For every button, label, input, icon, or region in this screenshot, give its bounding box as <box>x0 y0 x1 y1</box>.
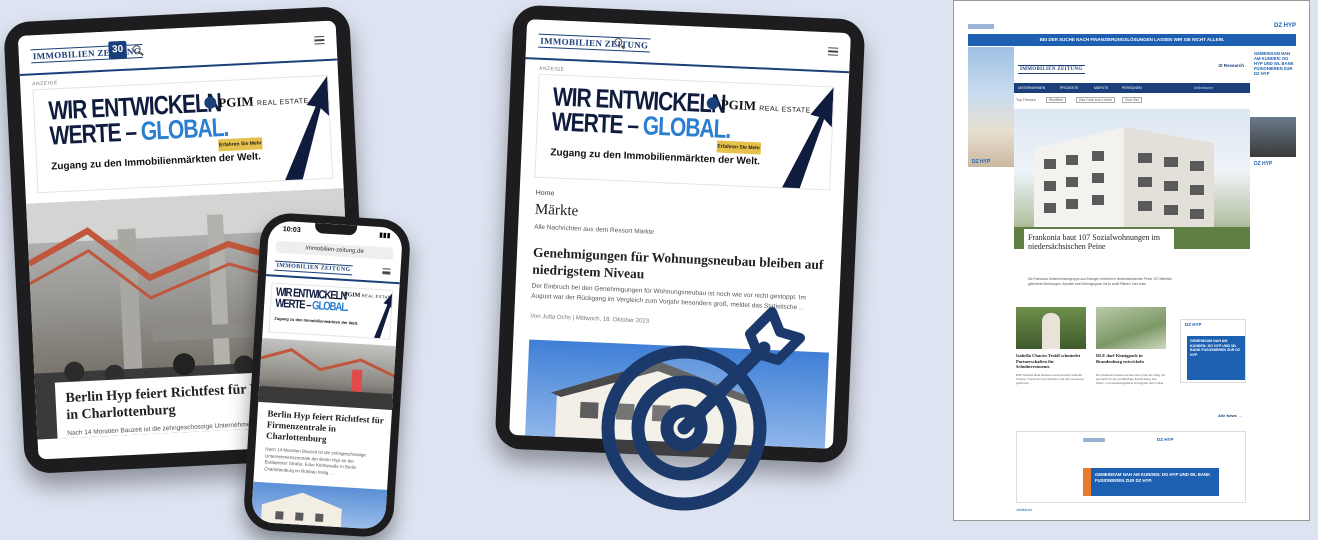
top-banner-ad[interactable]: BEI DER SUCHE NACH FINANZIERUNGSLÖSUNGEN… <box>968 34 1296 46</box>
ad-label: ANZEIGE <box>32 80 58 88</box>
ad-subline: Zugang zu den Immobilienmärkten der Welt… <box>51 151 262 173</box>
anniversary-badge: 30 <box>108 40 128 60</box>
site-logo[interactable]: IMMOBILIEN ZEITUNG <box>1018 65 1085 74</box>
nav-item-personen[interactable]: PERSONEN <box>1122 86 1142 90</box>
search-icon[interactable] <box>614 37 623 47</box>
jubilaeum-label: Jubiläum <box>1016 507 1033 512</box>
search-input[interactable]: Artikelsuche <box>1194 86 1213 90</box>
arrow-graphic <box>781 87 834 191</box>
card1-photo <box>1016 307 1086 349</box>
bottom-ad[interactable]: DZ HYP GEMEINSAM NAH AM KUNDEN: DG HYP U… <box>1016 431 1246 503</box>
ad-headline: WIR ENTWICKELN WERTE – GLOBAL. <box>47 88 229 151</box>
bottom-ad-accent <box>1083 468 1091 496</box>
sidebar-ad[interactable]: DZ HYP GEMEINSAM NAH AM KUNDEN: DG HYP U… <box>1180 319 1246 383</box>
banner-text: BEI DER SUCHE NACH FINANZIERUNGSLÖSUNGEN… <box>1039 37 1225 42</box>
target-icon <box>601 307 805 511</box>
ad-subline: Zugang zu den Immobilienmärkten der Welt… <box>274 315 359 326</box>
card1-headline[interactable]: Isabella Chacón Troidl schmiedet Partner… <box>1016 353 1088 370</box>
sidebar-ad-text: GEMEINSAM NAH AM KUNDEN: DG HYP UND WL B… <box>1187 336 1245 380</box>
dzhyp-logo: DZ HYP <box>1254 161 1273 167</box>
ad-headline: WIR ENTWICKELN WERTE – GLOBAL. <box>274 285 349 315</box>
nav-item-projekte[interactable]: PROJEKTE <box>1060 86 1078 90</box>
desktop-nav: UNTERNEHMEN PROJEKTE MÄRKTE PERSONEN Art… <box>1014 83 1250 93</box>
site-header: IMMOBILIEN ZEITUNG <box>525 19 851 74</box>
pgim-ad-banner[interactable]: WIR ENTWICKELN WERTE – GLOBAL. Zugang zu… <box>32 74 334 194</box>
hero-teaser: Die Frankonia Unternehmensgruppe aus Erl… <box>1028 277 1172 286</box>
person-silhouette <box>1042 313 1060 349</box>
small-logo <box>968 24 994 29</box>
skyscraper-text: GEMEINSAM NAH AM KUNDEN: DG HYP UND WL B… <box>1254 51 1294 76</box>
article-teaser: Nach 14 Monaten Bauzeit ist die zehngesc… <box>264 446 367 476</box>
pgim-ad-banner[interactable]: WIR ENTWICKELN WERTE – GLOBAL. Zugang zu… <box>268 282 394 340</box>
desktop-screenshot: DZ HYP BEI DER SUCHE NACH FINANZIERUNGSL… <box>953 0 1310 521</box>
hero-headline[interactable]: Frankonia baut 107 Sozialwohnungen im ni… <box>1028 233 1170 249</box>
pgim-ad-banner[interactable]: WIR ENTWICKELN WERTE – GLOBAL. Zugang zu… <box>534 73 835 191</box>
iz-research-link[interactable]: IZ Research <box>1218 63 1244 68</box>
article-headline[interactable]: Berlin Hyp feiert Richtfest für Firmenze… <box>266 408 386 448</box>
clock: 10:03 <box>282 226 301 235</box>
topic-links: Top-Themen Richtfest Das Gute zum Lesen … <box>1016 97 1246 105</box>
menu-icon[interactable] <box>827 47 839 56</box>
topic-link[interactable]: Zum Ziel <box>1122 97 1142 103</box>
dzhyp-logo: DZ HYP <box>1157 437 1174 442</box>
menu-icon[interactable] <box>314 36 325 45</box>
notch <box>314 222 358 236</box>
card2-teaser: Die Stadtverordnetenversammlung hat den … <box>1096 373 1166 390</box>
card2-headline[interactable]: DLE darf Kinzigpark in Brandenburg entwi… <box>1096 353 1168 364</box>
left-skyscraper-ad[interactable]: DZ HYP <box>968 47 1014 167</box>
breadcrumb[interactable]: Home <box>535 190 554 198</box>
right-skyscraper-ad[interactable]: GEMEINSAM NAH AM KUNDEN: DG HYP UND WL B… <box>1250 47 1296 167</box>
arrow-graphic <box>373 290 394 340</box>
ad-cta-button[interactable]: Erfahren Sie Mehr <box>218 137 263 152</box>
smartphone-screen: 10:03 ▮▮▮ immobilien-zeitung.de IMMOBILI… <box>250 220 404 530</box>
smartphone: 10:03 ▮▮▮ immobilien-zeitung.de IMMOBILI… <box>242 211 412 539</box>
arrow-graphic <box>284 75 330 183</box>
bottom-ad-text: GEMEINSAM NAH AM KUNDEN: DG HYP UND WL B… <box>1091 468 1219 496</box>
small-logo <box>1083 438 1105 442</box>
section-subtitle: Alle Nachrichten aus dem Ressort Märkte <box>534 223 655 236</box>
building-photo <box>250 481 388 530</box>
search-icon[interactable] <box>132 45 141 54</box>
dzhyp-logo: DZ HYP <box>1185 322 1202 327</box>
site-logo[interactable]: IMMOBILIEN ZEITUNG <box>274 260 353 276</box>
site-header: IMMOBILIEN ZEITUNG 30 <box>17 20 338 76</box>
dzhyp-topbar: DZ HYP <box>968 23 1296 31</box>
more-news-link[interactable]: Alle News → <box>1218 413 1242 418</box>
topic-link[interactable]: Richtfest <box>1046 97 1066 103</box>
card2-photo <box>1096 307 1166 349</box>
nav-item-maerkte[interactable]: MÄRKTE <box>1094 86 1109 90</box>
topic-link[interactable]: Das Gute zum Lesen <box>1076 97 1115 103</box>
signal-icon: ▮▮▮ <box>378 231 391 240</box>
ad-cta-button[interactable]: Erfahren Sie Mehr <box>716 140 762 155</box>
section-title: Märkte <box>534 201 579 220</box>
topic-link[interactable]: Top-Themen <box>1016 98 1036 102</box>
dzhyp-logo: DZ HYP <box>972 159 991 165</box>
skyscraper-photo <box>1250 117 1296 157</box>
card1-teaser: BNP Paribas Real Estate-Investmentchef I… <box>1016 373 1085 386</box>
hero-teaser-card[interactable]: Frankonia baut 107 Sozialwohnungen im ni… <box>1024 229 1174 249</box>
menu-icon[interactable] <box>382 268 391 275</box>
ad-headline: WIR ENTWICKELN WERTE – GLOBAL. <box>551 82 731 145</box>
construction-photo <box>258 337 396 411</box>
nav-item-unternehmen[interactable]: UNTERNEHMEN <box>1018 86 1045 90</box>
site-logo[interactable]: IMMOBILIEN ZEITUNG <box>537 33 651 53</box>
ad-label: ANZEIGE <box>538 65 565 73</box>
header-rule <box>265 274 400 284</box>
hero-building-photo: Frankonia baut 107 Sozialwohnungen im ni… <box>1014 109 1250 249</box>
dzhyp-logo-top: DZ HYP <box>1273 23 1296 29</box>
url-text: immobilien-zeitung.de <box>305 245 364 256</box>
